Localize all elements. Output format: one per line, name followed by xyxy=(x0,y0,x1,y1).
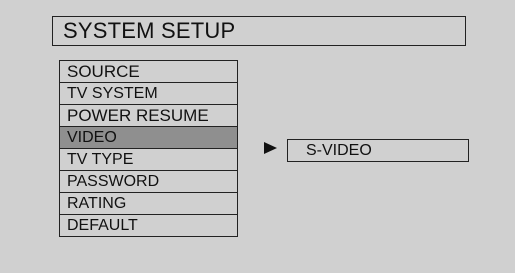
menu-item-tv-system[interactable]: TV SYSTEM xyxy=(59,83,238,105)
menu-item-rating[interactable]: RATING xyxy=(59,193,238,215)
menu-item-tv-type[interactable]: TV TYPE xyxy=(59,149,238,171)
page-title: SYSTEM SETUP xyxy=(52,16,466,46)
setup-menu: SOURCE TV SYSTEM POWER RESUME VIDEO TV T… xyxy=(59,60,238,237)
setup-screen: SYSTEM SETUP SOURCE TV SYSTEM POWER RESU… xyxy=(0,0,515,273)
menu-item-default[interactable]: DEFAULT xyxy=(59,215,238,237)
video-option-value[interactable]: S-VIDEO xyxy=(287,139,469,162)
menu-item-video[interactable]: VIDEO xyxy=(59,127,238,149)
menu-item-power-resume[interactable]: POWER RESUME xyxy=(59,105,238,127)
menu-item-source[interactable]: SOURCE xyxy=(59,60,238,83)
menu-item-password[interactable]: PASSWORD xyxy=(59,171,238,193)
right-triangle-arrow-icon xyxy=(264,142,277,154)
